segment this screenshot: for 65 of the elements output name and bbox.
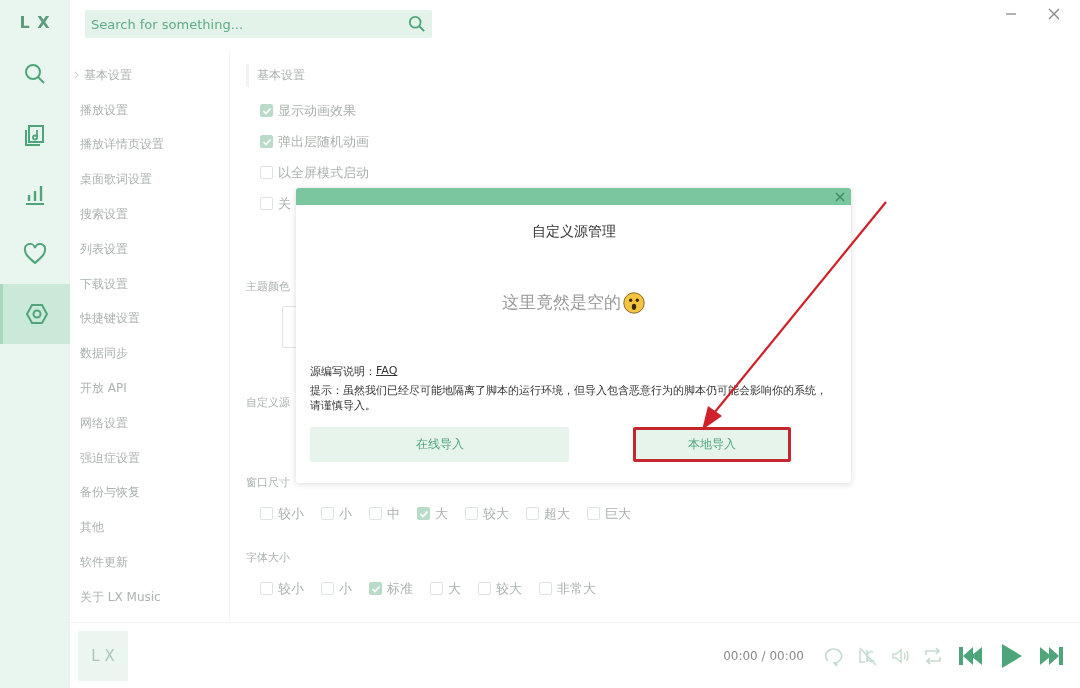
- checkmark-icon: [261, 105, 272, 116]
- settings-nav-item[interactable]: 软件更新: [80, 545, 229, 580]
- checkbox-option[interactable]: 巨大: [587, 498, 631, 529]
- search-icon: [23, 62, 47, 86]
- settings-nav-item[interactable]: 搜索设置: [80, 197, 229, 232]
- checkbox-option[interactable]: 小: [321, 498, 352, 529]
- app-logo: L X: [18, 11, 52, 34]
- settings-nav-item[interactable]: 桌面歌词设置: [80, 162, 229, 198]
- repeat-icon[interactable]: [923, 645, 943, 666]
- checkbox-option[interactable]: 较大: [465, 498, 509, 529]
- settings-nav-item[interactable]: 强迫症设置: [80, 440, 229, 476]
- settings-nav-item[interactable]: 备份与恢复: [80, 475, 229, 511]
- checkbox-option[interactable]: 中: [369, 498, 400, 529]
- checkbox-option[interactable]: 大: [430, 573, 461, 604]
- import-button[interactable]: 在线导入: [310, 427, 569, 462]
- field-label: 字体大小: [246, 550, 290, 565]
- checkbox-option[interactable]: 较大: [478, 573, 522, 604]
- checkbox-option[interactable]: 较小: [260, 573, 304, 604]
- settings-nav-item[interactable]: 关于 LX Music: [80, 579, 229, 615]
- checkmark-icon: [370, 583, 381, 594]
- checkmark-icon: [261, 136, 272, 147]
- help-label: 源编写说明：: [310, 364, 376, 379]
- settings-icon: [24, 302, 49, 326]
- comment-icon[interactable]: [824, 645, 844, 666]
- close-icon[interactable]: [835, 191, 845, 202]
- faq-link[interactable]: FAQ: [376, 364, 398, 379]
- checkbox-option[interactable]: 小: [321, 573, 352, 604]
- settings-nav-item[interactable]: 快捷键设置: [80, 301, 229, 337]
- search-field[interactable]: Search for something...: [85, 10, 432, 38]
- empty-message: 这里竟然是空的: [502, 291, 621, 314]
- checkmark-icon: [418, 508, 429, 519]
- checkbox-option[interactable]: 较小: [260, 498, 304, 529]
- field-label: 主题颜色: [246, 279, 290, 294]
- section-heading: 基本设置: [246, 64, 313, 87]
- settings-nav-item[interactable]: 列表设置: [80, 232, 229, 267]
- playback-time: 00:00 / 00:00: [723, 648, 804, 663]
- checkbox-option[interactable]: 显示动画效果: [260, 95, 1080, 126]
- lyrics-off-icon[interactable]: [857, 645, 877, 666]
- close-icon[interactable]: [1048, 8, 1060, 20]
- checkbox-option[interactable]: 大: [417, 498, 448, 529]
- field-label: 自定义源: [246, 395, 290, 410]
- checkbox-option[interactable]: 标准: [369, 573, 413, 604]
- surprised-face-icon: [623, 291, 645, 314]
- heart-icon: [23, 242, 47, 266]
- search-icon[interactable]: [408, 15, 426, 33]
- import-button[interactable]: 本地导入: [633, 427, 791, 462]
- settings-nav-item[interactable]: 下载设置: [80, 266, 229, 302]
- settings-nav-item[interactable]: 开放 API: [80, 371, 229, 406]
- dialog-title: 自定义源管理: [530, 223, 617, 241]
- checkbox-option[interactable]: 非常大: [539, 573, 596, 604]
- chevron-icon: [74, 71, 79, 80]
- album-cover: L X: [78, 630, 128, 681]
- checkbox-option[interactable]: 弹出层随机动画: [260, 126, 1080, 157]
- checkbox-option[interactable]: 关: [260, 188, 1080, 219]
- settings-nav-item[interactable]: 基本设置: [74, 58, 229, 93]
- settings-nav-item[interactable]: 播放详情页设置: [80, 127, 229, 163]
- checkbox-option[interactable]: 以全屏模式启动: [260, 157, 1080, 188]
- music-note-icon: [23, 122, 47, 146]
- nav-tab[interactable]: [0, 284, 70, 344]
- settings-nav-item[interactable]: 其他: [80, 510, 229, 546]
- checkbox-option[interactable]: 超大: [526, 498, 570, 529]
- settings-nav-item[interactable]: 播放设置: [80, 92, 229, 128]
- settings-nav-item[interactable]: 网络设置: [80, 405, 229, 441]
- field-label: 窗口尺寸: [246, 475, 290, 490]
- settings-nav-item[interactable]: 数据同步: [80, 336, 229, 372]
